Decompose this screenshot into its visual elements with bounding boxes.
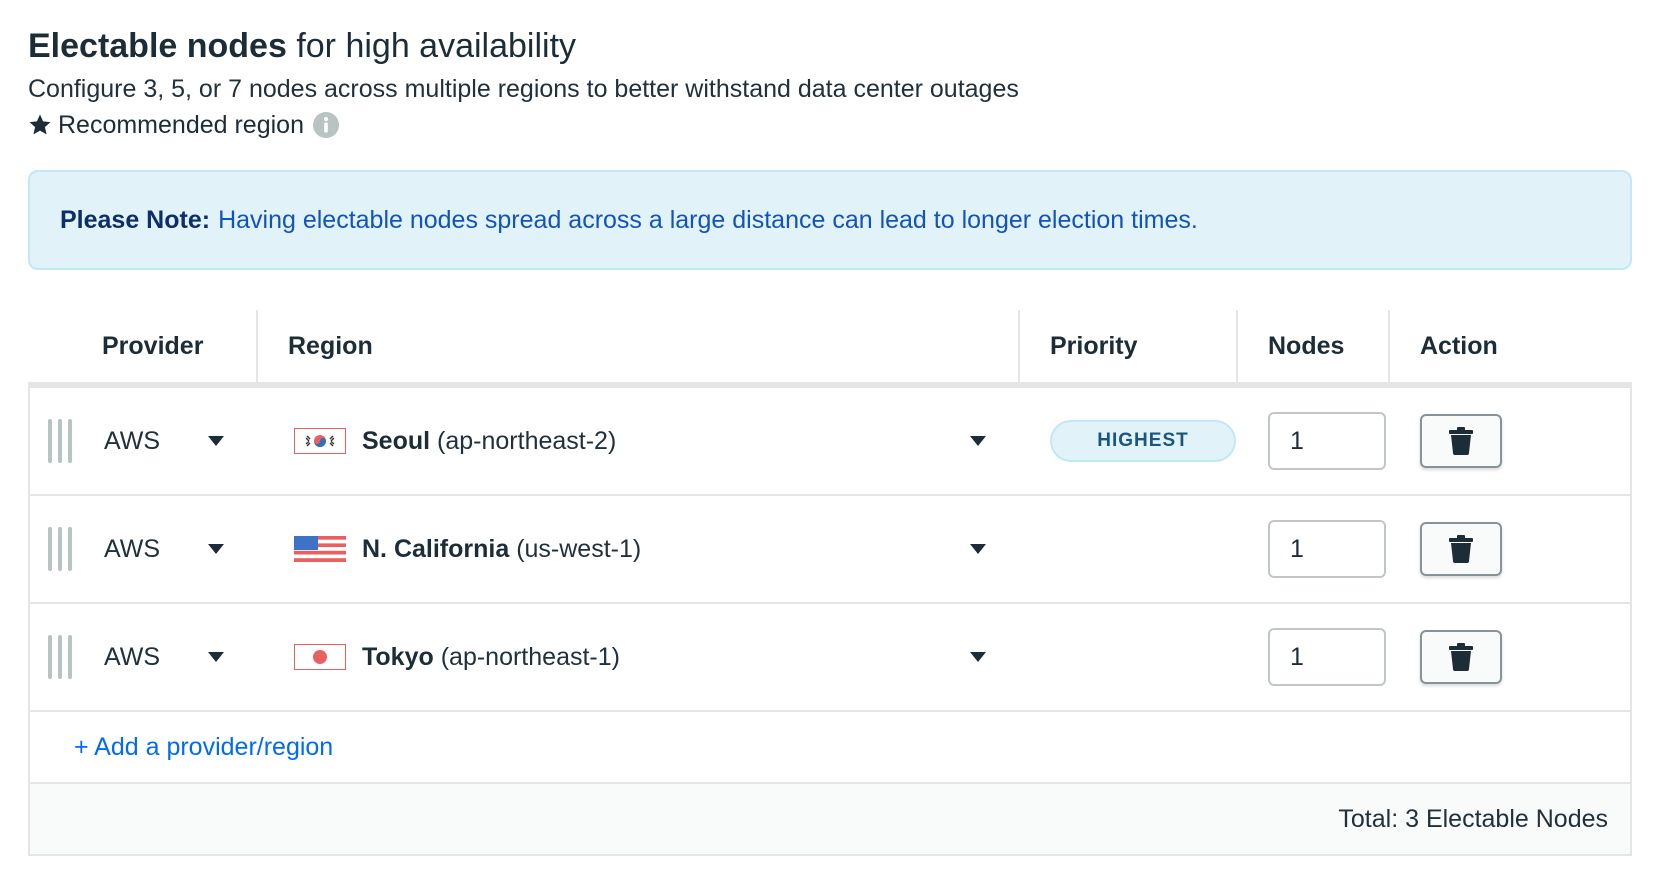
region-code: (us-west-1): [516, 534, 642, 563]
electable-nodes-panel: Electable nodes for high availability Co…: [0, 0, 1656, 880]
chevron-down-icon: [970, 544, 986, 554]
distance-note-banner: Please Note: Having electable nodes spre…: [28, 170, 1632, 270]
nodes-input[interactable]: [1268, 628, 1386, 686]
provider-select[interactable]: AWS: [104, 604, 234, 710]
trash-icon: [1449, 535, 1473, 563]
region-select[interactable]: Seoul (ap-northeast-2): [294, 388, 994, 494]
delete-row-button[interactable]: [1420, 522, 1502, 576]
column-header-region: Region: [256, 310, 373, 382]
chevron-down-icon: [208, 652, 224, 662]
japan-flag-icon: [294, 644, 346, 670]
nodes-input[interactable]: [1268, 520, 1386, 578]
table-header: Provider Region Priority Nodes Action: [28, 310, 1632, 388]
region-code: (ap-northeast-1): [440, 642, 620, 671]
provider-value: AWS: [104, 642, 161, 671]
region-value: Tokyo (ap-northeast-1): [362, 643, 620, 672]
electable-nodes-table: Provider Region Priority Nodes Action AW…: [28, 310, 1632, 856]
trash-icon: [1449, 427, 1473, 455]
info-icon[interactable]: [312, 111, 340, 139]
table-row: AWS N. California (us-west-1): [30, 496, 1630, 604]
star-icon: [29, 114, 51, 135]
column-header-action: Action: [1388, 310, 1498, 382]
column-header-provider: Provider: [102, 331, 204, 360]
delete-row-button[interactable]: [1420, 630, 1502, 684]
column-header-nodes: Nodes: [1236, 310, 1344, 382]
section-title-bold: Electable nodes: [28, 27, 287, 65]
provider-select[interactable]: AWS: [104, 388, 234, 494]
provider-select[interactable]: AWS: [104, 496, 234, 602]
table-footer: Total: 3 Electable Nodes: [28, 784, 1632, 856]
priority-badge: HIGHEST: [1050, 420, 1236, 462]
chevron-down-icon: [970, 652, 986, 662]
region-value: N. California (us-west-1): [362, 535, 641, 564]
add-provider-row: + Add a provider/region: [30, 712, 1630, 784]
nodes-input[interactable]: [1268, 412, 1386, 470]
south-korea-flag-icon: [294, 428, 346, 454]
region-name: Tokyo: [362, 642, 434, 671]
table-row: AWS Tokyo (ap-northeast-1): [30, 604, 1630, 712]
recommended-region-label: Recommended region: [58, 111, 304, 139]
chevron-down-icon: [208, 436, 224, 446]
note-label: Please Note:: [60, 205, 211, 234]
section-title: Electable nodes for high availability: [28, 24, 576, 68]
region-name: N. California: [362, 534, 510, 563]
provider-value: AWS: [104, 426, 161, 455]
delete-row-button[interactable]: [1420, 414, 1502, 468]
drag-handle-icon[interactable]: [48, 496, 72, 602]
total-electable-nodes: Total: 3 Electable Nodes: [1338, 804, 1608, 833]
note-text: Having electable nodes spread across a l…: [218, 205, 1198, 234]
region-code: (ap-northeast-2): [437, 426, 617, 455]
us-flag-icon: [294, 536, 346, 562]
table-body: AWS Seoul (ap-northeast-2) HIGHEST 1 AWS…: [28, 388, 1632, 784]
region-name: Seoul: [362, 426, 431, 455]
add-provider-region-link[interactable]: + Add a provider/region: [74, 712, 333, 782]
section-title-rest: for high availability: [296, 27, 577, 65]
chevron-down-icon: [970, 436, 986, 446]
drag-handle-icon[interactable]: [48, 604, 72, 710]
column-header-priority: Priority: [1018, 310, 1138, 382]
region-value: Seoul (ap-northeast-2): [362, 427, 616, 456]
table-row: AWS Seoul (ap-northeast-2) HIGHEST 1: [30, 388, 1630, 496]
recommended-region-legend: Recommended region: [28, 108, 340, 142]
trash-icon: [1449, 643, 1473, 671]
region-select[interactable]: Tokyo (ap-northeast-1): [294, 604, 994, 710]
section-subtitle: Configure 3, 5, or 7 nodes across multip…: [28, 75, 1019, 103]
drag-handle-icon[interactable]: [48, 388, 72, 494]
region-select[interactable]: N. California (us-west-1): [294, 496, 994, 602]
chevron-down-icon: [208, 544, 224, 554]
provider-value: AWS: [104, 534, 161, 563]
